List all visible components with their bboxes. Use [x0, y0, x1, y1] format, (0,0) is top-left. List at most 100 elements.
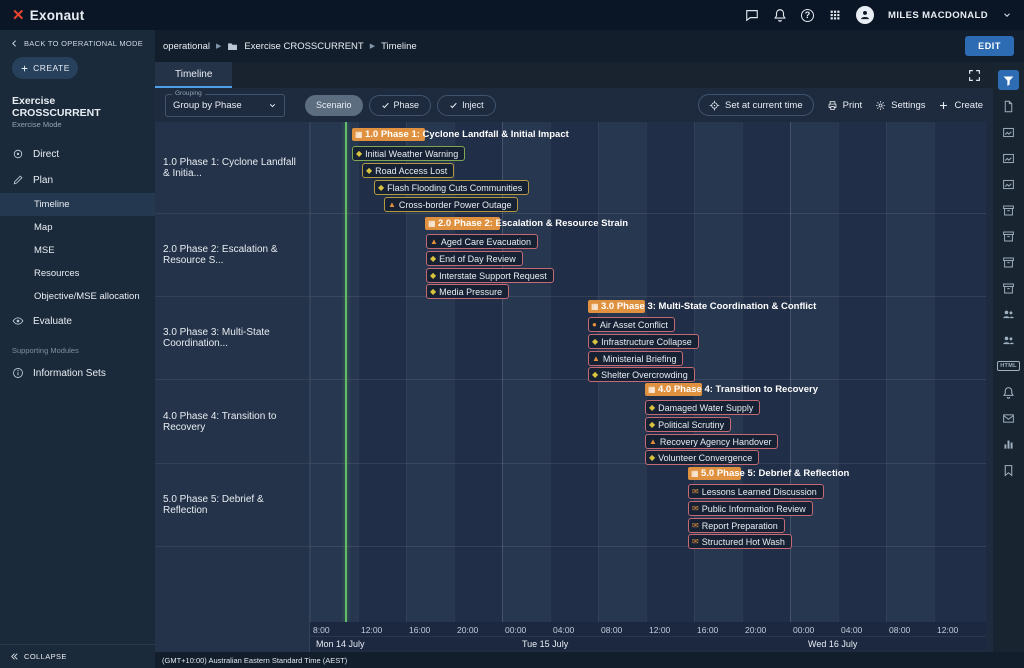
- sidebar-item-information-sets[interactable]: Information Sets: [0, 360, 155, 386]
- chip-phase-label: Phase: [394, 100, 420, 110]
- people-icon[interactable]: [998, 304, 1019, 324]
- settings-button[interactable]: Settings: [875, 100, 925, 111]
- inject-label: Infrastructure Collapse: [601, 337, 692, 347]
- inject-chip[interactable]: ▲Cross-border Power Outage: [384, 197, 518, 212]
- inject-chip[interactable]: ✉Public Information Review: [688, 501, 813, 516]
- chip-scenario-label: Scenario: [316, 100, 352, 110]
- tab-timeline[interactable]: Timeline: [155, 62, 232, 88]
- phase-bar[interactable]: ▦: [425, 217, 500, 230]
- inject-chip[interactable]: ▲Ministerial Briefing: [588, 351, 683, 366]
- sidebar-item-map[interactable]: Map: [0, 216, 155, 239]
- phase-bar[interactable]: ▦: [688, 467, 741, 480]
- fullscreen-icon[interactable]: [968, 69, 981, 82]
- row-label: 5.0 Phase 5: Debrief & Reflection: [155, 464, 309, 547]
- inject-chip[interactable]: ◆Shelter Overcrowding: [588, 367, 695, 382]
- chart-canvas[interactable]: ▦1.0 Phase 1: Cyclone Landfall & Initial…: [310, 122, 986, 622]
- chat-icon[interactable]: [745, 8, 759, 22]
- notifications-bell-icon[interactable]: [773, 8, 787, 22]
- axis-tick-label: 20:00: [745, 625, 766, 635]
- people-add-icon[interactable]: [998, 330, 1019, 350]
- app-logo[interactable]: ✕ Exonaut: [12, 8, 84, 23]
- html-icon[interactable]: HTML: [998, 356, 1019, 376]
- inject-label: Cross-border Power Outage: [399, 200, 512, 210]
- phase-bar[interactable]: ▦: [588, 300, 645, 313]
- bell-icon[interactable]: [998, 382, 1019, 402]
- sidebar-item-plan[interactable]: Plan: [0, 167, 155, 193]
- inject-label: Initial Weather Warning: [365, 149, 458, 159]
- archive-icon[interactable]: [998, 200, 1019, 220]
- inject-chip[interactable]: ✉Structured Hot Wash: [688, 534, 792, 549]
- filter-chip-scenario[interactable]: Scenario: [305, 95, 363, 116]
- phase-bar[interactable]: ▦: [352, 128, 425, 141]
- sidebar-item-evaluate[interactable]: Evaluate: [0, 308, 155, 334]
- breadcrumb-row: operational ▶ Exercise CROSSCURRENT ▶ Ti…: [155, 30, 1024, 62]
- row-label-filler: [155, 547, 309, 652]
- inject-chip[interactable]: ◆Damaged Water Supply: [645, 400, 760, 415]
- sidebar-create-button[interactable]: CREATE: [12, 57, 78, 79]
- breadcrumb-operational[interactable]: operational: [163, 41, 210, 52]
- inject-chip[interactable]: ◆Infrastructure Collapse: [588, 334, 699, 349]
- collapse-sidebar-button[interactable]: COLLAPSE: [0, 644, 155, 668]
- inject-chip[interactable]: ▲Recovery Agency Handover: [645, 434, 778, 449]
- grouping-select[interactable]: Grouping Group by Phase: [165, 94, 285, 117]
- inject-chip[interactable]: ◆Initial Weather Warning: [352, 146, 465, 161]
- inject-label: Interstate Support Request: [439, 271, 547, 281]
- inject-chip[interactable]: ▲Aged Care Evacuation: [426, 234, 538, 249]
- user-name[interactable]: MILES MACDONALD: [888, 10, 988, 21]
- document-icon[interactable]: [998, 96, 1019, 116]
- diamond-icon: ◆: [430, 255, 436, 263]
- create-button[interactable]: Create: [938, 100, 983, 111]
- filter-chip-inject[interactable]: Inject: [437, 95, 496, 116]
- mail-icon[interactable]: [998, 408, 1019, 428]
- layers-icon: ▦: [648, 386, 656, 394]
- phase-bar[interactable]: ▦: [645, 383, 702, 396]
- breadcrumb-separator-icon: ▶: [216, 42, 221, 50]
- user-avatar[interactable]: [856, 6, 874, 24]
- archive-icon[interactable]: [998, 226, 1019, 246]
- bottom-strip: (GMT+10:00) Australian Eastern Standard …: [155, 652, 1024, 668]
- image-icon[interactable]: [998, 122, 1019, 142]
- edit-button[interactable]: EDIT: [965, 36, 1014, 56]
- row-label: 1.0 Phase 1: Cyclone Landfall & Initia..…: [155, 122, 309, 214]
- filter-icon[interactable]: [998, 70, 1019, 90]
- help-icon[interactable]: ?: [801, 9, 814, 22]
- image-icon[interactable]: [998, 174, 1019, 194]
- archive-icon[interactable]: [998, 278, 1019, 298]
- exercise-title: Exercise CROSSCURRENT: [0, 91, 155, 120]
- bookmark-icon[interactable]: [998, 460, 1019, 480]
- inject-chip[interactable]: ◆Interstate Support Request: [426, 268, 554, 283]
- print-label: Print: [843, 100, 863, 111]
- clock-icon: ●: [592, 321, 597, 329]
- inject-chip[interactable]: ✉Lessons Learned Discussion: [688, 484, 824, 499]
- archive-icon[interactable]: [998, 252, 1019, 272]
- inject-chip[interactable]: ◆Volunteer Convergence: [645, 450, 759, 465]
- back-to-operational-mode-button[interactable]: BACK TO OPERATIONAL MODE: [0, 30, 155, 54]
- sidebar-item-objective-mse-allocation[interactable]: Objective/MSE allocation: [0, 285, 155, 308]
- sidebar-item-resources[interactable]: Resources: [0, 262, 155, 285]
- filter-chip-phase[interactable]: Phase: [369, 95, 432, 116]
- inject-chip[interactable]: ◆Media Pressure: [426, 284, 509, 299]
- print-button[interactable]: Print: [827, 100, 863, 111]
- inject-chip[interactable]: ◆Political Scrutiny: [645, 417, 731, 432]
- user-menu-chevron-down-icon[interactable]: [1002, 10, 1012, 20]
- inject-chip[interactable]: ◆End of Day Review: [426, 251, 523, 266]
- chip-inject-label: Inject: [462, 100, 484, 110]
- set-time-label: Set at current time: [725, 100, 803, 111]
- chart-icon[interactable]: [998, 434, 1019, 454]
- sidebar-item-mse[interactable]: MSE: [0, 239, 155, 262]
- set-at-current-time-button[interactable]: Set at current time: [698, 94, 814, 116]
- folder-icon: [227, 41, 238, 52]
- inject-chip[interactable]: ◆Flash Flooding Cuts Communities: [374, 180, 529, 195]
- sidebar-item-direct[interactable]: Direct: [0, 141, 155, 167]
- topbar: ✕ Exonaut ? MILES MACDONALD: [0, 0, 1024, 30]
- inject-chip[interactable]: ●Air Asset Conflict: [588, 317, 675, 332]
- apps-grid-icon[interactable]: [828, 8, 842, 22]
- plan-label: Plan: [33, 175, 53, 186]
- axis-tick-label: 08:00: [601, 625, 622, 635]
- inject-chip[interactable]: ◆Road Access Lost: [362, 163, 454, 178]
- image-icon[interactable]: [998, 148, 1019, 168]
- breadcrumb-exercise[interactable]: Exercise CROSSCURRENT: [244, 41, 363, 52]
- sidebar-item-timeline[interactable]: Timeline: [0, 193, 155, 216]
- sidebar: BACK TO OPERATIONAL MODE CREATE Exercise…: [0, 30, 155, 668]
- inject-chip[interactable]: ✉Report Preparation: [688, 518, 785, 533]
